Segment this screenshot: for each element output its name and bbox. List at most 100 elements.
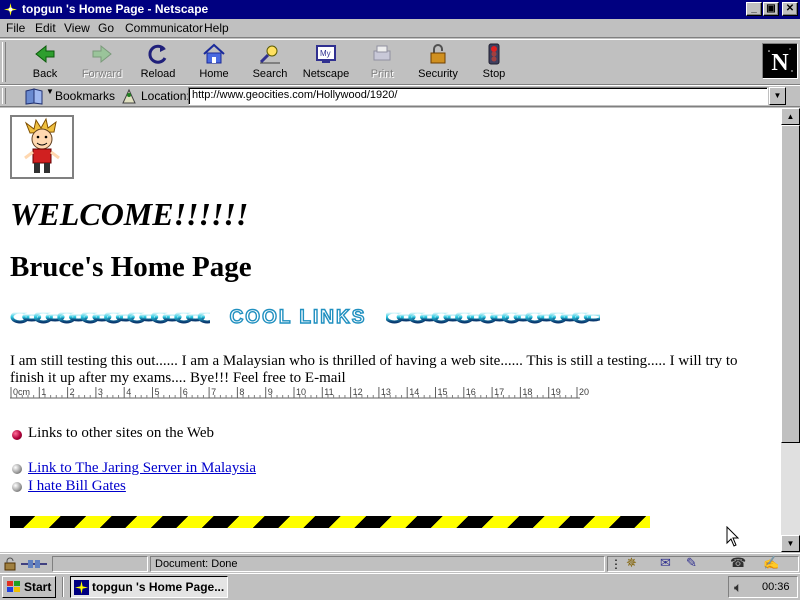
start-button[interactable]: Start [2,576,56,598]
print-button[interactable]: Print [355,43,409,83]
printer-icon [373,45,391,61]
security-button[interactable]: Security [411,43,465,83]
task-label: topgun 's Home Page... [92,580,225,594]
forward-button[interactable]: Forward [75,43,129,83]
page-content: WELCOME!!!!!! Bruce's Home Page COOL LIN… [0,108,781,552]
navigator-icon[interactable]: ✵ [626,556,637,570]
bookmarks-label: Bookmarks [55,89,116,103]
connection-status-icon[interactable] [20,557,48,571]
cool-links-chain-banner: COOL LINKS [10,306,600,328]
lock-icon [430,44,446,64]
cartoon-character-image [10,115,74,179]
volume-speaker-icon[interactable]: 🔈︎ [734,577,742,597]
page-heading: Bruce's Home Page [10,251,252,283]
calvin-cartoon-icon [12,117,72,177]
stop-label: Stop [482,68,506,80]
netscape-label: Netscape [302,68,350,80]
status-text: Document: Done [150,556,605,572]
bookmarks-dropdown-icon: ▼ [46,87,54,96]
toolbar-grip[interactable] [2,42,6,82]
ruler-label: 14 [409,387,419,397]
search-label: Search [252,68,288,80]
location-dropdown-arrow-icon[interactable]: ▼ [769,87,786,105]
link-hate-bill-gates[interactable]: I hate Bill Gates [28,478,126,495]
ruler-label: 12 [353,387,363,397]
ruler-label: 20 [579,387,589,397]
home-label: Home [199,68,229,80]
menu-file[interactable]: File [6,21,25,35]
taskbar-item-netscape[interactable]: topgun 's Home Page... [70,576,228,598]
forward-arrow-icon [92,44,112,64]
ruler-label: 3 [98,387,103,397]
stop-icon [488,43,500,65]
start-label: Start [24,580,52,594]
ruler-label: 1 [41,387,46,397]
composer-icon[interactable]: ✍ [763,556,779,570]
minimize-button[interactable]: _ [746,2,762,16]
vertical-scrollbar[interactable]: ▲ ▼ [781,108,800,552]
mouse-pointer-icon [726,526,740,547]
navigation-toolbar: Back Forward Reload Home Search My Netsc… [0,39,800,85]
scroll-up-arrow-icon[interactable]: ▲ [781,108,800,125]
menu-help[interactable]: Help [204,21,229,35]
windows-logo-icon [7,581,20,592]
component-bar-grip-icon[interactable]: ⋮ [610,557,622,571]
reload-icon [148,44,167,64]
location-label: Location: [141,89,190,103]
location-url-input[interactable]: http://www.geocities.com/Hollywood/1920/ [188,87,768,105]
red-bullet-icon [12,430,22,440]
chain-link [583,312,600,322]
page-proxy-icon[interactable] [120,87,138,105]
status-bar: Document: Done ⋮ ✵ ✉ ✎ ☎ ✍ [0,553,800,573]
svg-text:N: N [771,50,789,76]
search-button[interactable]: Search [243,43,297,83]
window-title: topgun 's Home Page - Netscape [22,2,209,16]
back-arrow-icon [35,44,55,64]
ruler-label: 18 [522,387,532,397]
search-icon [259,45,280,64]
menu-go[interactable]: Go [98,21,114,35]
system-tray: 🔈︎ 00:36 [728,576,798,598]
menu-communicator[interactable]: Communicator [125,21,203,35]
netscape-throbber[interactable]: N [762,43,798,79]
ruler-label: 6 [183,387,188,397]
ruler-label: 0cm [13,387,30,397]
close-button[interactable]: ✕ [782,2,798,16]
component-bar: ⋮ ✵ ✉ ✎ ☎ ✍ [607,556,799,572]
scrollbar-thumb[interactable] [781,125,800,443]
location-toolbar-grip[interactable] [2,88,6,104]
progress-meter [52,556,148,572]
home-button[interactable]: Home [187,43,241,83]
stop-button[interactable]: Stop [467,43,521,83]
ruler-label: 10 [296,387,306,397]
netscape-app-icon[interactable] [3,2,18,17]
intro-paragraph: I am still testing this out...... I am a… [10,353,738,386]
reload-button[interactable]: Reload [131,43,185,83]
link-jaring-server[interactable]: Link to The Jaring Server in Malaysia [28,460,256,477]
svg-text:My: My [320,49,331,58]
menu-bar: File Edit View Go Communicator Help [0,19,800,38]
cool-links-banner-text: COOL LINKS [230,307,367,328]
ruler-label: 11 [324,387,333,397]
netscape-button[interactable]: My Netscape [299,43,353,83]
ruler-label: 9 [268,387,273,397]
clock[interactable]: 00:36 [762,577,790,597]
ruler-label: 8 [239,387,244,397]
title-bar[interactable]: topgun 's Home Page - Netscape _ ▣ ✕ [0,0,800,19]
security-lock-status-icon[interactable] [2,557,18,571]
discussions-icon[interactable]: ✎ [686,556,697,570]
ruler-label: 15 [438,387,448,397]
mail-icon[interactable]: ✉ [660,556,671,570]
links-heading: Links to other sites on the Web [28,425,214,441]
welcome-heading: WELCOME!!!!!! [10,196,249,232]
menu-edit[interactable]: Edit [35,21,56,35]
menu-view[interactable]: View [64,21,90,35]
ruler-ticks [10,387,578,398]
security-label: Security [418,68,458,80]
scroll-down-arrow-icon[interactable]: ▼ [781,535,800,552]
address-book-icon[interactable]: ☎ [730,556,746,570]
restore-button[interactable]: ▣ [763,2,779,16]
my-netscape-icon: My [316,45,336,63]
home-icon [203,43,225,64]
back-button[interactable]: Back [18,43,72,83]
